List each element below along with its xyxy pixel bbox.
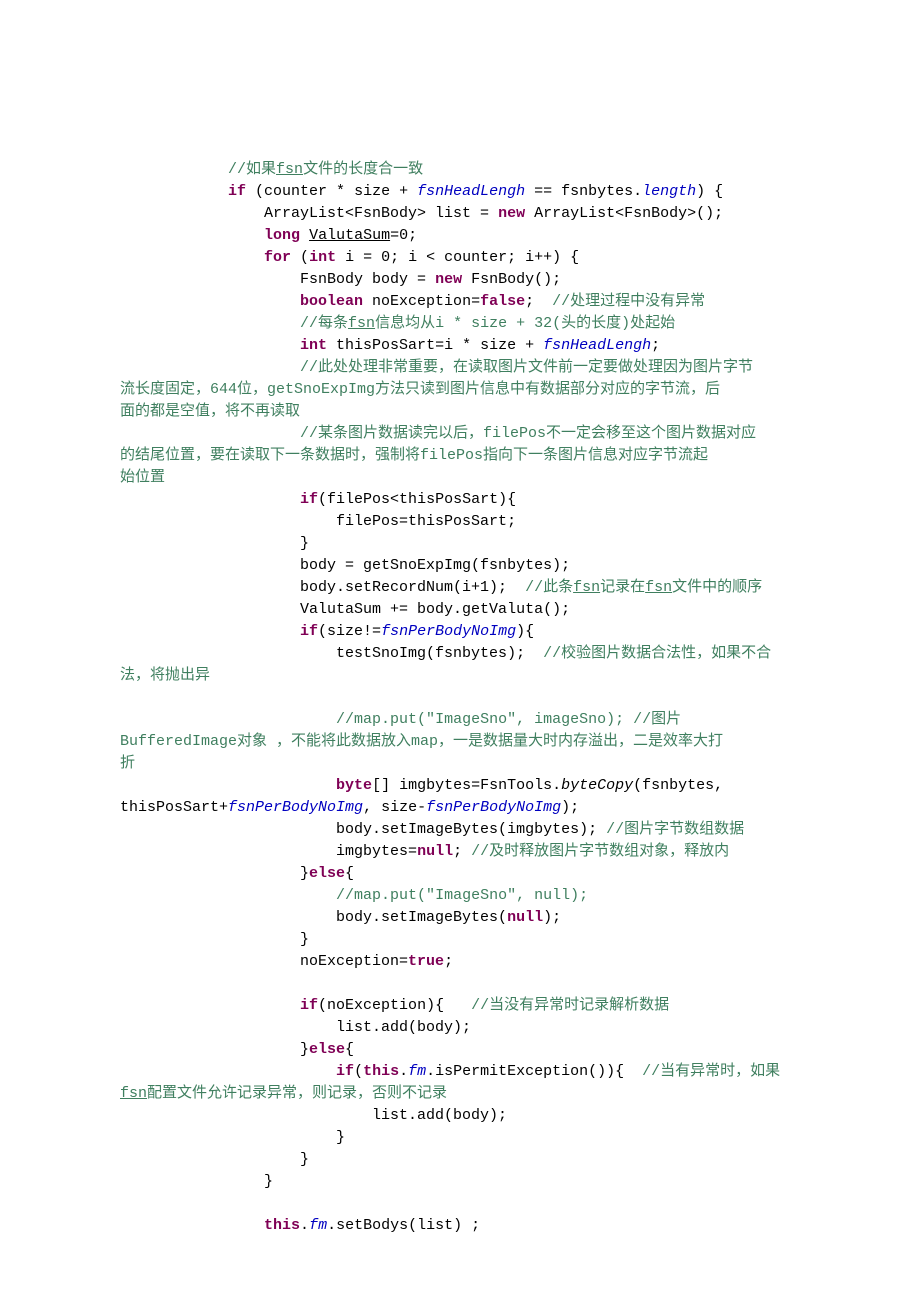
code-block: //如果fsn文件的长度合一致 if (counter * size + fsn…	[120, 159, 800, 1237]
